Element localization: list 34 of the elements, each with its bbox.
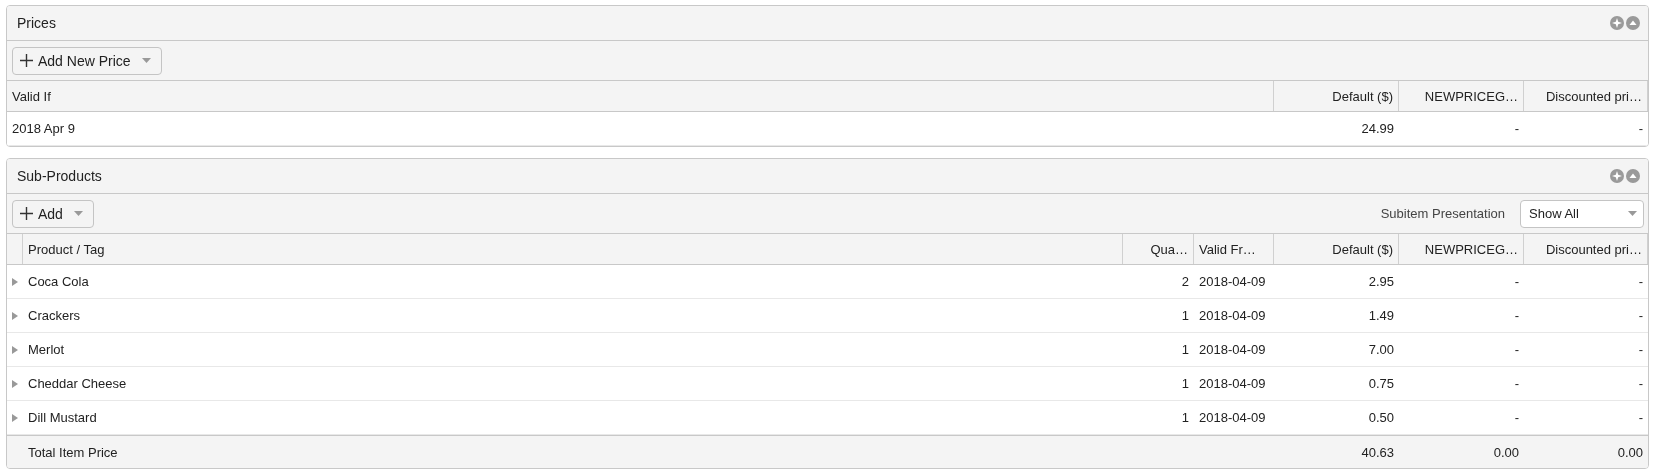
plus-icon xyxy=(20,207,33,220)
collapsed-triangle-icon[interactable] xyxy=(11,345,19,354)
caret-icon xyxy=(1628,211,1637,216)
panel-title: Prices xyxy=(17,15,57,31)
total-cell-text: 0.00 xyxy=(1616,443,1644,462)
plus-icon xyxy=(20,54,33,67)
select-field[interactable]: Show All xyxy=(1520,199,1644,228)
column-header[interactable]: NEWPRICEG… xyxy=(1399,81,1524,111)
field-label: Subitem Presentation xyxy=(1380,206,1505,221)
panel-title: Sub-Products xyxy=(17,168,103,184)
collapsed-triangle-icon[interactable] xyxy=(11,413,19,422)
column-header[interactable]: Discounted pri… xyxy=(1524,81,1648,111)
add-button[interactable]: Add New Price xyxy=(12,46,162,75)
collapsed-triangle-icon[interactable] xyxy=(11,311,19,320)
column-header[interactable]: NEWPRICEG… xyxy=(1399,234,1524,264)
column-header[interactable]: Default ($) xyxy=(1274,234,1399,264)
column-header[interactable]: Product / Tag xyxy=(23,234,1123,264)
compass-icon[interactable] xyxy=(1610,16,1624,30)
collapse-icon[interactable] xyxy=(1626,169,1640,183)
caret-icon xyxy=(141,58,151,63)
total-cell-text: 40.63 xyxy=(1360,443,1395,462)
column-header[interactable]: Default ($) xyxy=(1274,81,1399,111)
column-header[interactable]: Qua… xyxy=(1123,234,1194,264)
column-header[interactable]: Valid If xyxy=(7,81,1274,111)
total-label: Total Item Price xyxy=(27,443,119,462)
collapsed-triangle-icon[interactable] xyxy=(11,277,19,286)
collapse-icon[interactable] xyxy=(1626,16,1640,30)
column-header[interactable]: Valid Fr… xyxy=(1194,234,1274,264)
total-cell-text: 0.00 xyxy=(1492,443,1520,462)
collapsed-triangle-icon[interactable] xyxy=(11,379,19,388)
column-header[interactable]: Discounted pri… xyxy=(1524,234,1648,264)
caret-icon xyxy=(73,211,83,216)
add-button[interactable]: Add xyxy=(12,199,94,228)
compass-icon[interactable] xyxy=(1610,169,1624,183)
